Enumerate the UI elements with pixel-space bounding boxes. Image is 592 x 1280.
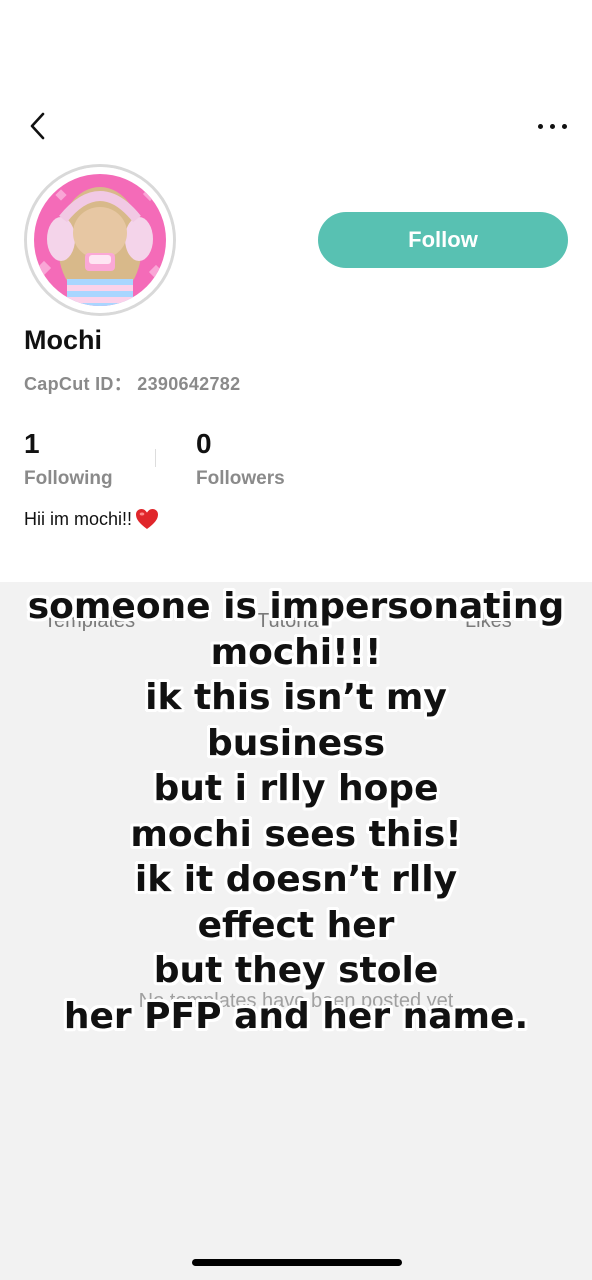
- caption-line: effect her: [197, 904, 395, 946]
- chevron-left-icon: [30, 112, 45, 140]
- more-dots-icon: [537, 123, 543, 129]
- caption-line: her PFP and her name.: [63, 995, 529, 1037]
- more-dot: [561, 123, 567, 129]
- back-button[interactable]: [22, 108, 54, 144]
- following-label[interactable]: Following: [24, 468, 113, 490]
- bio: Hii im mochi!!: [24, 508, 159, 530]
- bio-text: Hii im mochi!!: [24, 508, 133, 529]
- more-dot: [549, 123, 555, 129]
- caption-line: mochi!!!: [210, 631, 382, 673]
- avatar-image: [27, 167, 173, 313]
- more-options-button[interactable]: [528, 110, 576, 142]
- profile-name: Mochi: [24, 325, 102, 355]
- stat-divider: [155, 449, 156, 467]
- caption-line: but i rlly hope: [153, 768, 439, 809]
- caption-line: ik it doesn’t rlly: [134, 859, 458, 900]
- following-count[interactable]: 1: [24, 428, 40, 460]
- red-heart-icon: [136, 509, 159, 529]
- follow-button[interactable]: Follow: [318, 212, 568, 268]
- avatar[interactable]: [24, 164, 176, 316]
- caption-line: someone is impersonating: [27, 586, 565, 627]
- caption-line: ik this isn’t my: [145, 677, 447, 718]
- capcut-id: CapCut ID： 2390642782: [24, 374, 241, 394]
- caption-line: business: [206, 722, 386, 764]
- caption-line: mochi sees this!: [130, 813, 462, 855]
- followers-count[interactable]: 0: [196, 428, 212, 460]
- caption-line: but they stole: [153, 950, 439, 991]
- followers-label[interactable]: Followers: [196, 468, 285, 490]
- home-indicator[interactable]: [192, 1259, 402, 1266]
- caption-overlay: someone is impersonating mochi!!! ik thi…: [0, 584, 592, 1039]
